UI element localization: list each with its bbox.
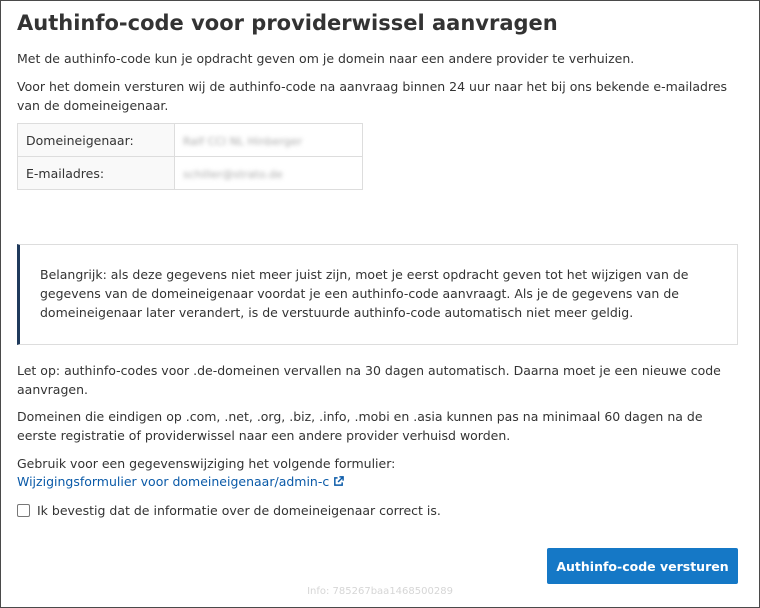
send-info-text: Voor het domein versturen wij de authinf… [17,79,728,113]
table-row: Domeineigenaar: Ralf CCI NL Hinberger [17,123,363,157]
owner-label: Domeineigenaar: [17,123,175,157]
email-label: E-mailadres: [17,156,175,190]
submit-button[interactable]: Authinfo-code versturen [547,548,738,584]
domains-note: Domeinen die eindigen op .com, .net, .or… [17,409,703,443]
owner-value-cell: Ralf CCI NL Hinberger [174,123,363,157]
email-value: schiller@strato.de [183,167,283,181]
external-link-icon [334,476,345,486]
intro-text: Met de authinfo-code kun je opdracht gev… [17,51,635,66]
owner-value: Ralf CCI NL Hinberger [183,134,303,148]
email-value-cell: schiller@strato.de [174,156,363,190]
footer-info: Info: 785267baa1468500289 [307,586,453,597]
change-form-link[interactable]: Wijzigingsformulier voor domeineigenaar/… [17,472,345,491]
authinfo-dialog: Authinfo-code voor providerwissel aanvra… [0,0,760,608]
confirm-label[interactable]: Ik bevestig dat de informatie over de do… [37,501,441,520]
owner-table: Domeineigenaar: Ralf CCI NL Hinberger E-… [17,123,363,190]
change-form-link-label: Wijzigingsformulier voor domeineigenaar/… [17,474,330,489]
notice-text: Belangrijk: als deze gegevens niet meer … [40,267,689,320]
confirm-checkbox[interactable] [17,504,30,517]
form-hint: Gebruik voor een gegevenswijziging het v… [17,456,396,471]
important-notice: Belangrijk: als deze gegevens niet meer … [17,244,738,345]
table-row: E-mailadres: schiller@strato.de [17,156,363,190]
expiry-note: Let op: authinfo-codes voor .de-domeinen… [17,363,721,397]
page-title: Authinfo-code voor providerwissel aanvra… [17,11,558,35]
